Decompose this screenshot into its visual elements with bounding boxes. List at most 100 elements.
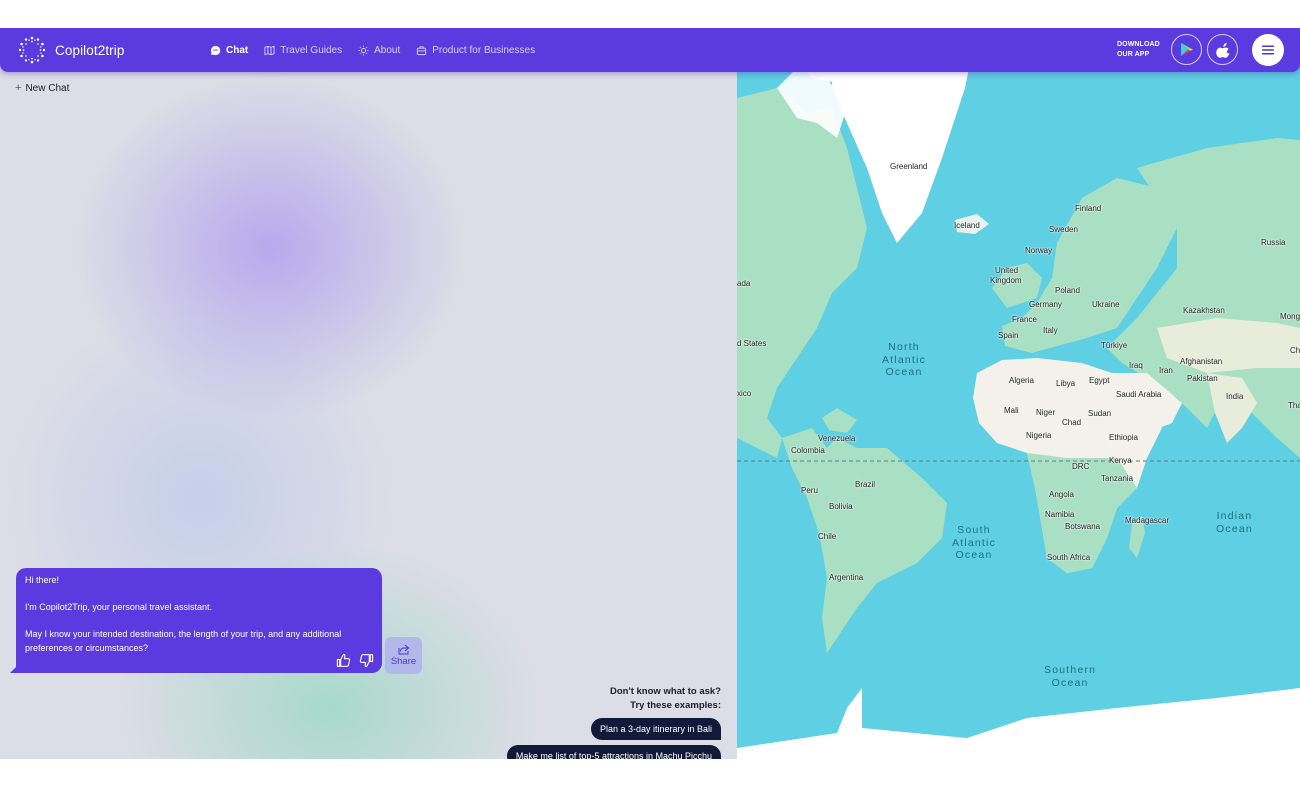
country-label: South Africa xyxy=(1047,553,1091,562)
map-book-icon xyxy=(264,45,275,55)
sun-icon xyxy=(358,44,369,56)
ocean-line: Ocean xyxy=(1051,676,1089,689)
ocean-line: Indian xyxy=(1216,510,1253,522)
country-label: Chi xyxy=(1290,346,1300,355)
google-play-icon xyxy=(1180,43,1193,56)
country-label: Mong xyxy=(1280,312,1300,321)
country-label: Nigeria xyxy=(1026,431,1052,440)
ocean-line: Ocean xyxy=(885,366,923,378)
country-label: Germany xyxy=(1029,300,1062,309)
nav-travel-guides[interactable]: Travel Guides xyxy=(264,45,342,56)
country-label: Türkiye xyxy=(1101,341,1128,350)
country-label: United xyxy=(995,266,1019,275)
hamburger-icon xyxy=(1262,45,1274,55)
share-icon xyxy=(398,644,409,655)
country-label: Botswana xyxy=(1065,522,1101,531)
ocean-line: Ocean xyxy=(955,549,993,561)
country-label: Sweden xyxy=(1049,225,1078,234)
example-prompt-bali[interactable]: Plan a 3-day itinerary in Bali xyxy=(590,718,721,740)
country-label: Ukraine xyxy=(1092,300,1120,309)
apple-icon xyxy=(1215,42,1230,58)
briefcase-icon xyxy=(417,45,427,55)
example-prompt-machu-picchu[interactable]: Make me list of top-5 attractions in Mac… xyxy=(506,745,721,759)
map-land-layer xyxy=(737,28,1300,759)
nav-product-for-businesses[interactable]: Product for Businesses xyxy=(416,45,535,56)
ocean-line: Southern xyxy=(1044,664,1097,676)
country-label: ada xyxy=(737,279,751,288)
main-nav: Chat Travel Guides About Product for Bus… xyxy=(210,28,535,72)
country-label: Greenland xyxy=(890,162,928,171)
country-label: Niger xyxy=(1036,408,1056,417)
assistant-greeting: Hi there! xyxy=(25,575,60,585)
country-label: France xyxy=(1012,315,1037,324)
ocean-line: Atlantic xyxy=(882,353,927,366)
thumbs-down-icon[interactable] xyxy=(359,653,374,668)
country-label: Kingdom xyxy=(990,276,1022,285)
thumbs-up-icon[interactable] xyxy=(336,653,351,668)
country-label: Bolivia xyxy=(829,502,853,511)
country-label: Sudan xyxy=(1088,409,1112,418)
share-label: Share xyxy=(390,656,417,667)
ocean-line: South xyxy=(957,524,991,536)
country-label: Poland xyxy=(1055,286,1080,295)
country-label: Namibia xyxy=(1045,510,1075,519)
country-label: xico xyxy=(737,389,752,398)
country-label: DRC xyxy=(1072,462,1090,471)
ocean-line: North xyxy=(888,341,920,353)
apple-store-button[interactable] xyxy=(1207,34,1238,65)
nav-travel-guides-label: Travel Guides xyxy=(280,44,343,56)
share-button[interactable]: Share xyxy=(385,637,422,674)
examples-heading: Don't know what to ask? Try these exampl… xyxy=(610,685,721,713)
country-label: Italy xyxy=(1043,326,1058,335)
assistant-question: May I know your intended destination, th… xyxy=(25,629,342,653)
country-label: Chad xyxy=(1062,418,1082,427)
country-label: Venezuela xyxy=(818,434,856,443)
new-chat-button[interactable]: + New Chat xyxy=(15,82,69,94)
bubble-tail xyxy=(10,665,18,673)
google-play-button[interactable] xyxy=(1171,34,1202,65)
country-label: Algeria xyxy=(1009,376,1034,385)
country-label: India xyxy=(1226,392,1244,401)
country-label: Pakistan xyxy=(1187,374,1218,383)
country-label: Finland xyxy=(1075,204,1102,213)
nav-chat-label: Chat xyxy=(226,44,249,56)
new-chat-label: New Chat xyxy=(25,82,70,94)
country-label: Norway xyxy=(1025,246,1053,255)
examples-heading-line-2: Try these examples: xyxy=(630,700,721,711)
country-label: Russia xyxy=(1261,238,1286,247)
country-label: Colombia xyxy=(791,446,825,455)
country-label: Libya xyxy=(1056,379,1076,388)
nav-chat[interactable]: Chat xyxy=(210,45,248,56)
ocean-line: Ocean xyxy=(1216,522,1253,535)
examples-heading-line-1: Don't know what to ask? xyxy=(610,686,721,697)
country-label: Iraq xyxy=(1129,361,1143,370)
logo[interactable]: Copilot2trip xyxy=(17,35,124,65)
nav-product-for-businesses-label: Product for Businesses xyxy=(432,44,536,56)
ocean-label-indian: Indian Ocean xyxy=(1216,510,1253,535)
country-label: Kenya xyxy=(1109,456,1132,465)
nav-about-label: About xyxy=(374,44,401,56)
ocean-line: Atlantic xyxy=(952,536,997,549)
country-label: Argentina xyxy=(829,573,864,582)
country-label: Afghanistan xyxy=(1180,357,1223,366)
country-label: Iran xyxy=(1159,366,1173,375)
country-label: Chile xyxy=(818,532,837,541)
ocean-label-north-atlantic: North Atlantic Ocean xyxy=(882,341,926,379)
country-label: Egypt xyxy=(1089,376,1110,385)
country-label: Peru xyxy=(801,486,818,495)
feedback-buttons xyxy=(336,653,374,668)
ocean-label-southern: Southern Ocean xyxy=(1044,664,1096,689)
country-label: d States xyxy=(737,339,767,348)
menu-button[interactable] xyxy=(1252,34,1284,66)
country-label: Angola xyxy=(1049,490,1074,499)
country-label: Brazil xyxy=(855,480,876,489)
country-label: Madagascar xyxy=(1125,516,1170,525)
world-map[interactable]: North Atlantic Ocean South Atlantic Ocea… xyxy=(737,28,1300,759)
assistant-message-bubble: Hi there! I'm Copilot2Trip, your persona… xyxy=(10,568,382,673)
ocean-label-south-atlantic: South Atlantic Ocean xyxy=(952,524,996,562)
chat-bubble-icon xyxy=(210,45,221,55)
country-label: Saudi Arabia xyxy=(1116,390,1162,399)
plus-icon: + xyxy=(15,82,22,94)
assistant-intro: I'm Copilot2Trip, your personal travel a… xyxy=(25,602,212,612)
nav-about[interactable]: About xyxy=(358,45,400,56)
